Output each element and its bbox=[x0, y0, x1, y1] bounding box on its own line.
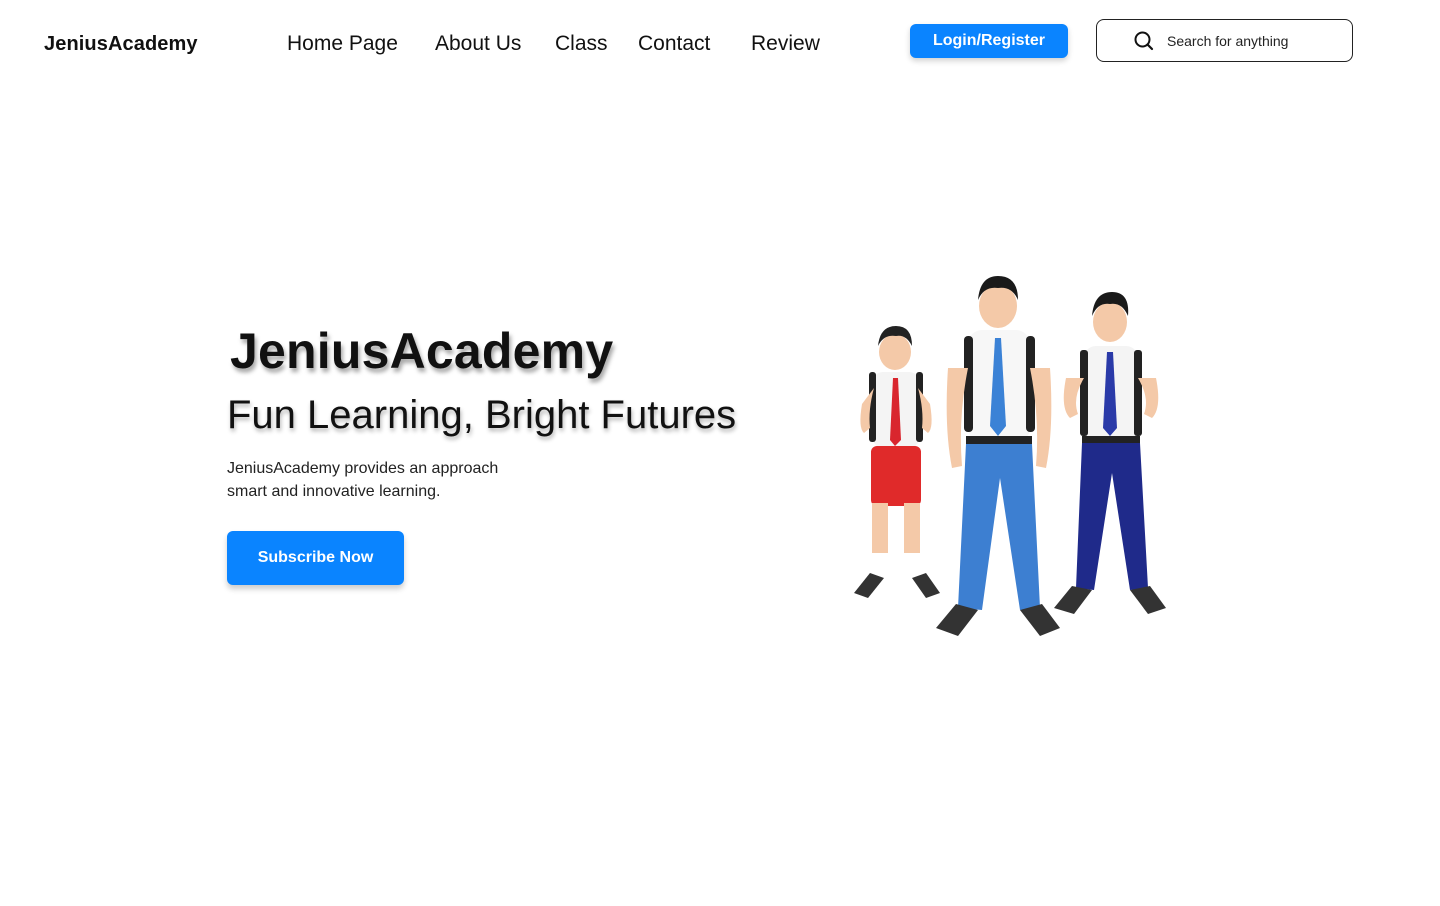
nav-review[interactable]: Review bbox=[751, 30, 820, 58]
search-bar[interactable] bbox=[1096, 19, 1353, 62]
search-icon bbox=[1133, 30, 1155, 52]
student-middle-figure bbox=[936, 276, 1060, 636]
hero-description: JeniusAcademy provides an approach smart… bbox=[227, 457, 567, 503]
hero-description-line: smart and innovative learning. bbox=[227, 483, 441, 500]
hero-description-line: JeniusAcademy provides an approach bbox=[227, 460, 499, 477]
nav-about-us[interactable]: About Us bbox=[435, 30, 521, 58]
three-students-icon bbox=[854, 276, 1166, 636]
nav-class[interactable]: Class bbox=[555, 30, 608, 58]
login-register-button[interactable]: Login/Register bbox=[910, 24, 1068, 58]
search-input[interactable] bbox=[1165, 31, 1339, 50]
site-logo[interactable]: JeniusAcademy bbox=[44, 33, 198, 56]
hero-title: JeniusAcademy bbox=[230, 323, 614, 379]
student-left-figure bbox=[854, 326, 940, 598]
students-illustration bbox=[840, 268, 1180, 648]
hero-subtitle: Fun Learning, Bright Futures bbox=[227, 393, 737, 437]
nav-home-page[interactable]: Home Page bbox=[287, 30, 398, 58]
student-right-figure bbox=[1054, 292, 1166, 614]
nav-contact[interactable]: Contact bbox=[638, 30, 710, 58]
subscribe-now-button[interactable]: Subscribe Now bbox=[227, 531, 404, 585]
